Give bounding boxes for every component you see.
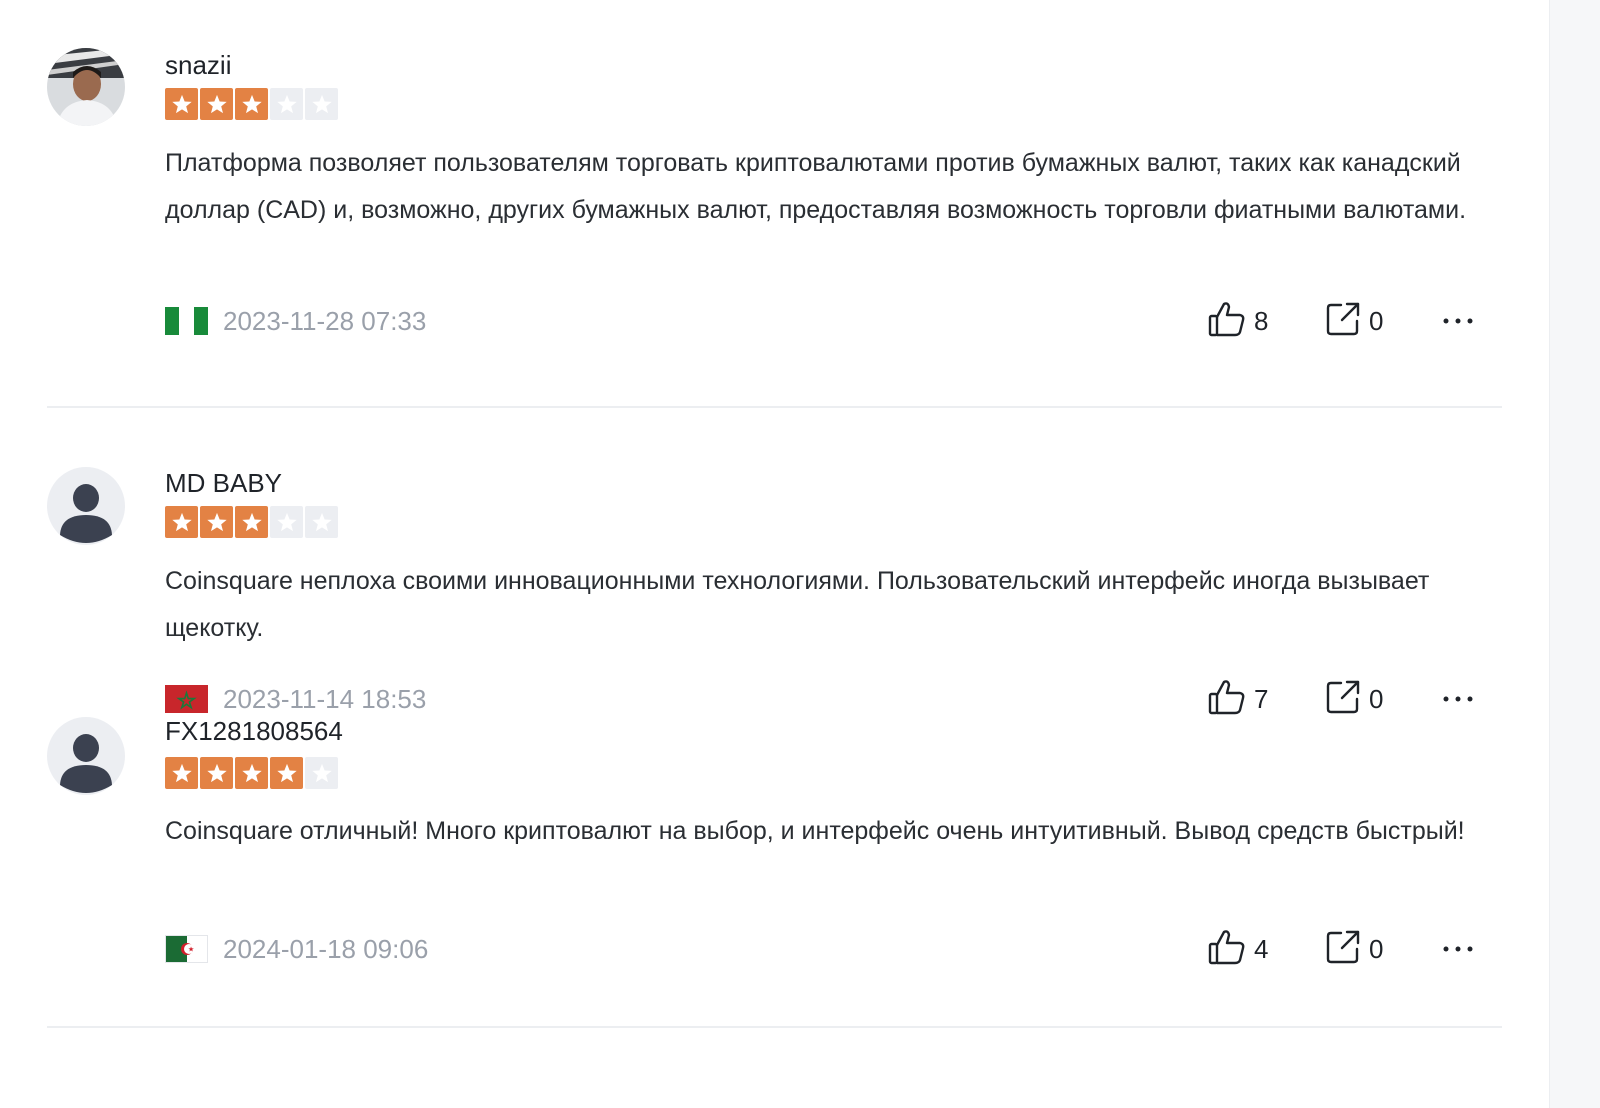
share-icon	[1325, 929, 1361, 970]
star-icon	[305, 88, 338, 120]
like-button[interactable]: 7	[1208, 679, 1268, 719]
like-count: 8	[1254, 306, 1269, 336]
star-icon	[165, 757, 198, 789]
star-icon	[235, 88, 268, 120]
star-icon	[235, 506, 268, 538]
like-count: 7	[1254, 684, 1269, 714]
star-icon	[270, 757, 303, 789]
star-rating	[165, 757, 340, 791]
share-button[interactable]: 0	[1325, 679, 1383, 719]
review-content: MD BABY Coinsquare неплоха своими иннова…	[165, 465, 1502, 715]
username[interactable]: snazii	[165, 49, 231, 81]
morocco-flag	[165, 685, 208, 713]
username[interactable]: MD BABY	[165, 467, 282, 499]
algeria-flag	[165, 935, 208, 963]
more-icon[interactable]	[1438, 929, 1478, 969]
star-icon	[235, 757, 268, 789]
thumbs-up-icon	[1208, 679, 1246, 720]
share-icon	[1325, 679, 1361, 720]
like-button[interactable]: 8	[1208, 301, 1268, 341]
star-rating	[165, 88, 340, 122]
star-icon	[165, 506, 198, 538]
star-icon	[165, 88, 198, 120]
thumbs-up-icon	[1208, 929, 1246, 970]
right-sidebar-strip	[1549, 0, 1600, 1108]
star-icon	[305, 506, 338, 538]
nigeria-flag	[165, 307, 208, 335]
thumbs-up-icon	[1208, 301, 1246, 342]
star-rating	[165, 506, 340, 540]
review-text: Coinsquare неплоха своими инновационными…	[165, 567, 1430, 642]
user-photo-avatar[interactable]	[47, 48, 125, 126]
share-count: 0	[1369, 306, 1384, 336]
more-icon[interactable]	[1438, 301, 1478, 341]
review-divider	[47, 406, 1502, 408]
default-user-avatar[interactable]	[47, 717, 125, 795]
review-card: MD BABY Coinsquare неплоха своими иннова…	[47, 465, 1502, 715]
review-content: snazii Платформа позволяет пользователям…	[165, 47, 1502, 347]
username[interactable]: FX1281808564	[165, 715, 343, 747]
review-date: 2024-01-18 09:06	[223, 934, 429, 964]
like-count: 4	[1254, 934, 1269, 964]
review-card: FX1281808564 Coinsquare отличный! Много …	[47, 715, 1502, 975]
review-divider	[47, 1026, 1502, 1028]
review-text: Платформа позволяет пользователям торгов…	[165, 149, 1467, 224]
more-icon[interactable]	[1438, 679, 1478, 719]
share-icon	[1325, 301, 1361, 342]
share-button[interactable]: 0	[1325, 929, 1383, 969]
review-text: Coinsquare отличный! Много криптовалют н…	[165, 817, 1465, 845]
default-user-avatar[interactable]	[47, 467, 125, 545]
review-date: 2023-11-14 18:53	[223, 684, 427, 714]
like-button[interactable]: 4	[1208, 929, 1268, 969]
review-meta: 2023-11-28 07:33 8 0	[165, 301, 1502, 341]
star-icon	[200, 88, 233, 120]
review-content: FX1281808564 Coinsquare отличный! Много …	[165, 715, 1502, 975]
star-icon	[270, 506, 303, 538]
share-count: 0	[1369, 684, 1384, 714]
share-count: 0	[1369, 934, 1384, 964]
star-icon	[305, 757, 338, 789]
star-icon	[200, 506, 233, 538]
review-date: 2023-11-28 07:33	[223, 306, 427, 336]
review-card: snazii Платформа позволяет пользователям…	[47, 47, 1502, 347]
star-icon	[270, 88, 303, 120]
review-meta: 2024-01-18 09:06 4 0	[165, 929, 1502, 969]
share-button[interactable]: 0	[1325, 301, 1383, 341]
star-icon	[200, 757, 233, 789]
review-meta: 2023-11-14 18:53 7 0	[165, 679, 1502, 719]
